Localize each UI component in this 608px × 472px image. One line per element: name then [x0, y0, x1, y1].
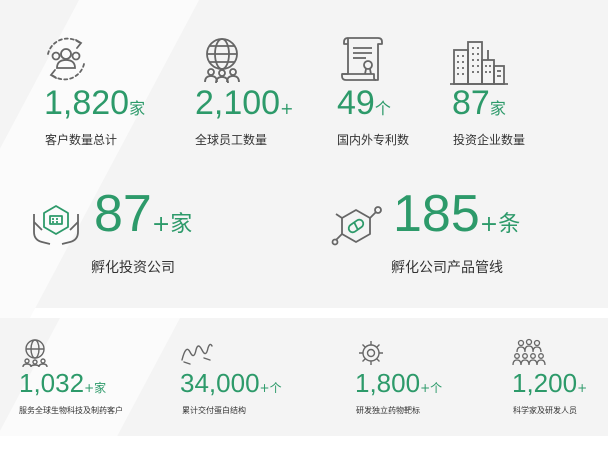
- drug-targets-value: 1,800: [355, 368, 421, 398]
- protein-structures-value: 34,000: [180, 368, 260, 398]
- molecule-capsule-icon: [331, 206, 382, 246]
- global-employees-icon: [204, 38, 240, 84]
- employees-suffix: +: [280, 99, 294, 118]
- incubated-companies-suffix: +家: [151, 212, 193, 237]
- city-buildings-icon: [450, 41, 508, 85]
- drug-targets-suffix: +个: [420, 381, 443, 395]
- employees-value: 2,100: [195, 84, 281, 122]
- patents-value: 49: [337, 84, 375, 122]
- drug-targets-label: 研发独立药物靶标: [356, 406, 420, 415]
- globe-people-icon: [22, 339, 48, 368]
- customers-cycle-icon: [47, 37, 85, 81]
- pipelines-value: 185: [393, 185, 480, 243]
- investments-suffix: 家: [489, 99, 506, 118]
- protein-structures-label: 累计交付蛋白结构: [182, 406, 246, 415]
- protein-structures-suffix: +个: [259, 381, 282, 395]
- customers-value: 1,820: [44, 84, 130, 122]
- incubated-companies-label: 孵化投资公司: [91, 260, 175, 276]
- scientists-suffix: +: [577, 381, 588, 395]
- global-clients-label: 服务全球生物科技及制药客户: [19, 406, 123, 415]
- pipelines-label: 孵化公司产品管线: [391, 260, 503, 276]
- incubated-companies-value: 87: [94, 185, 152, 243]
- investments-value: 87: [452, 84, 490, 122]
- scientists-value: 1,200: [512, 368, 578, 398]
- customers-suffix: 家: [129, 99, 146, 118]
- target-gear-icon: [359, 341, 383, 365]
- investments-label: 投资企业数量: [453, 133, 526, 147]
- patents-label: 国内外专利数: [337, 133, 410, 147]
- customers-label: 客户数量总计: [45, 133, 118, 147]
- pipelines-suffix: +条: [479, 212, 521, 237]
- protein-coil-icon: [181, 343, 213, 365]
- global-clients-value: 1,032: [19, 368, 85, 398]
- patent-certificate-icon: [341, 37, 383, 81]
- global-clients-suffix: +家: [84, 381, 107, 395]
- hands-incubation-icon: [33, 205, 79, 245]
- employees-label: 全球员工数量: [195, 133, 268, 147]
- scientists-label: 科学家及研发人员: [513, 406, 577, 415]
- patents-suffix: 个: [374, 99, 391, 118]
- scientists-group-icon: [512, 338, 546, 366]
